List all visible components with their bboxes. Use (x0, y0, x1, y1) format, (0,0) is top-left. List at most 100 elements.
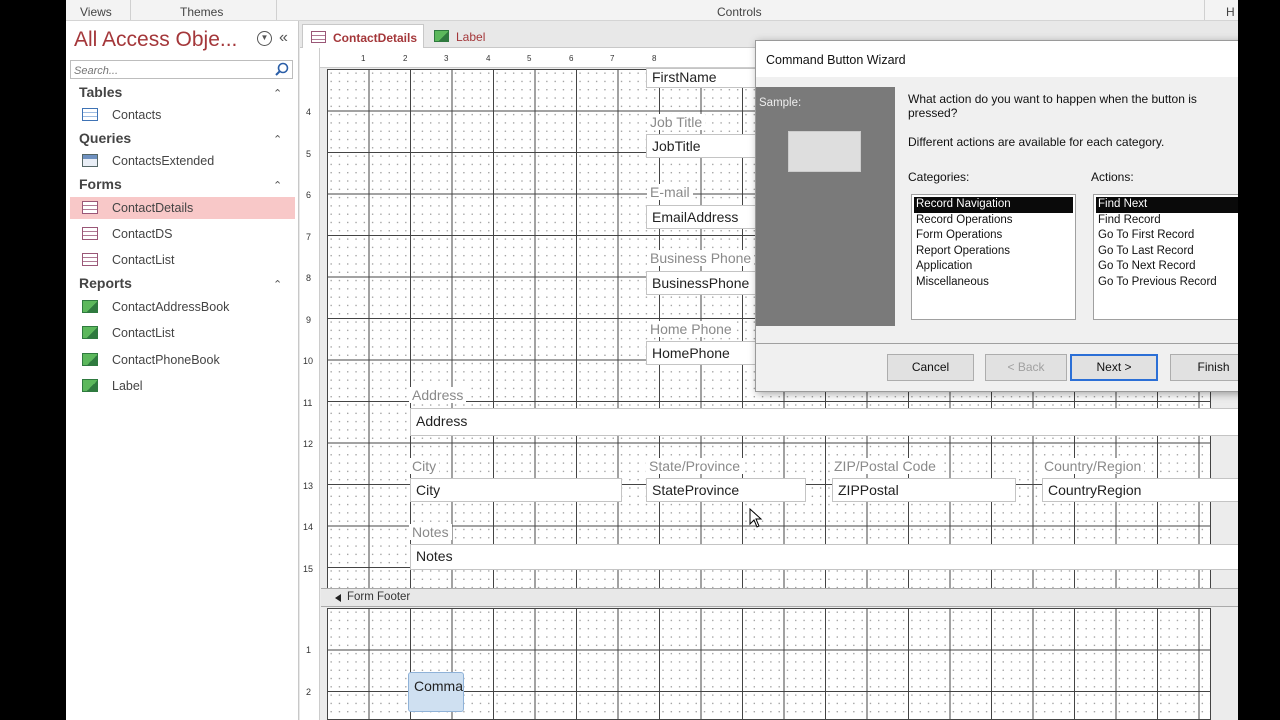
ruler-number: 1 (306, 645, 312, 655)
actions-label: Actions: (1091, 170, 1134, 184)
nav-item-label: ContactDetails (112, 201, 194, 215)
nav-item-contactlist-report[interactable]: ContactList (70, 322, 295, 344)
nav-item-contactlist-form[interactable]: ContactList (70, 249, 295, 271)
vertical-ruler[interactable]: 4 5 6 7 8 9 10 11 12 13 14 15 1 2 (300, 48, 320, 720)
tab-contactdetails[interactable]: ContactDetails (302, 24, 424, 48)
address-label[interactable]: Address (409, 387, 467, 403)
email-label[interactable]: E-mail (647, 184, 693, 200)
actions-listbox[interactable]: Find Next Find Record Go To First Record… (1093, 194, 1238, 320)
ruler-number: 2 (306, 687, 312, 697)
country-label[interactable]: Country/Region (1041, 458, 1145, 474)
tab-label: Label (456, 30, 486, 44)
ruler-number: 14 (303, 522, 314, 532)
search-input[interactable] (71, 62, 266, 80)
nav-item-label: Label (112, 379, 143, 393)
ruler-number: 12 (303, 439, 314, 449)
category-option[interactable]: Miscellaneous (914, 275, 1073, 291)
jobtitle-label[interactable]: Job Title (647, 114, 706, 130)
nav-section-queries[interactable]: Queries (79, 130, 131, 146)
ribbon-group-labels: Views Themes Controls H (66, 0, 1238, 21)
ruler-number: 3 (444, 54, 449, 63)
back-button[interactable]: < Back (985, 354, 1067, 381)
nav-item-label-report[interactable]: Label (70, 375, 295, 397)
cancel-button[interactable]: Cancel (887, 354, 974, 381)
search-icon[interactable] (274, 62, 290, 77)
state-field[interactable]: StateProvince (646, 478, 806, 502)
report-icon (82, 379, 98, 392)
ruler-number: 9 (306, 315, 312, 325)
ruler-number: 8 (306, 273, 312, 283)
categories-label: Categories: (908, 170, 970, 184)
ruler-number: 8 (652, 54, 657, 63)
action-option[interactable]: Find Record (1096, 213, 1238, 229)
collapse-pane-icon[interactable]: « (279, 29, 288, 47)
command1-button[interactable]: Command1 (408, 672, 464, 712)
action-option[interactable]: Find Next (1096, 197, 1238, 213)
nav-section-reports[interactable]: Reports (79, 275, 132, 291)
action-option[interactable]: Go To First Record (1096, 228, 1238, 244)
ruler-number: 11 (303, 398, 313, 408)
state-label[interactable]: State/Province (646, 458, 744, 474)
chevron-up-icon[interactable]: ⌃ (273, 278, 282, 291)
city-field[interactable]: City (410, 478, 622, 502)
nav-item-contactdetails-form[interactable]: ContactDetails (70, 197, 295, 219)
action-option[interactable]: Go To Previous Record (1096, 275, 1238, 291)
nav-item-contacts-table[interactable]: Contacts (70, 104, 295, 126)
business-phone-label[interactable]: Business Phone (647, 250, 755, 266)
nav-pane-title[interactable]: All Access Obje... (74, 28, 237, 52)
nav-item-contactsextended-query[interactable]: ContactsExtended (70, 150, 295, 172)
ruler-number: 7 (306, 232, 312, 242)
chevron-up-icon[interactable]: ⌃ (273, 133, 282, 146)
nav-item-contactds-form[interactable]: ContactDS (70, 223, 295, 245)
action-option[interactable]: Go To Last Record (1096, 244, 1238, 260)
nav-item-contactphonebook-report[interactable]: ContactPhoneBook (70, 349, 295, 371)
form-icon (82, 227, 98, 240)
notes-label[interactable]: Notes (409, 524, 452, 540)
report-icon (434, 30, 449, 42)
nav-menu-dropdown-icon[interactable]: ▼ (257, 31, 272, 46)
nav-item-contactaddressbook-report[interactable]: ContactAddressBook (70, 296, 295, 318)
nav-item-label: ContactList (112, 326, 175, 340)
nav-section-tables[interactable]: Tables (79, 84, 122, 100)
city-label[interactable]: City (409, 458, 440, 474)
chevron-up-icon[interactable]: ⌃ (273, 179, 282, 192)
category-option[interactable]: Record Operations (914, 213, 1073, 229)
ruler-number: 5 (306, 149, 312, 159)
country-field[interactable]: CountryRegion (1042, 478, 1238, 502)
form-footer-label: Form Footer (347, 591, 411, 603)
next-button[interactable]: Next > (1070, 354, 1158, 381)
wizard-title: Command Button Wizard (756, 41, 1238, 77)
ribbon-edge-label[interactable]: H (1226, 5, 1235, 19)
ribbon-views-label[interactable]: Views (80, 5, 112, 19)
tab-label-report[interactable]: Label (426, 24, 496, 48)
category-option[interactable]: Record Navigation (914, 197, 1073, 213)
mouse-cursor-icon (749, 508, 763, 528)
ruler-number: 5 (527, 54, 532, 63)
report-icon (82, 300, 98, 313)
form-icon (311, 31, 326, 43)
action-option[interactable]: Go To Next Record (1096, 259, 1238, 275)
finish-button[interactable]: Finish (1170, 354, 1238, 381)
ribbon-themes-label[interactable]: Themes (180, 5, 223, 19)
home-phone-label[interactable]: Home Phone (647, 321, 735, 337)
nav-section-forms[interactable]: Forms (79, 176, 122, 192)
category-option[interactable]: Form Operations (914, 228, 1073, 244)
form-icon (82, 253, 98, 266)
form-footer-section-bar[interactable]: Form Footer (321, 588, 1238, 607)
category-option[interactable]: Report Operations (914, 244, 1073, 260)
notes-field[interactable]: Notes (410, 544, 1238, 570)
ribbon-controls-label[interactable]: Controls (717, 5, 762, 19)
ruler-number: 6 (569, 54, 574, 63)
firstname-label[interactable]: FirstName (646, 68, 766, 88)
category-option[interactable]: Application (914, 259, 1073, 275)
command-button-wizard-dialog: Command Button Wizard Sample: What actio… (755, 40, 1238, 392)
categories-listbox[interactable]: Record Navigation Record Operations Form… (911, 194, 1076, 320)
form-icon (82, 201, 98, 214)
address-field[interactable]: Address (410, 408, 1238, 436)
nav-item-label: ContactsExtended (112, 154, 215, 168)
zip-label[interactable]: ZIP/Postal Code (831, 458, 939, 474)
ribbon-divider (130, 0, 131, 20)
report-icon (82, 353, 98, 366)
zip-field[interactable]: ZIPPostal (832, 478, 1016, 502)
chevron-up-icon[interactable]: ⌃ (273, 87, 282, 100)
